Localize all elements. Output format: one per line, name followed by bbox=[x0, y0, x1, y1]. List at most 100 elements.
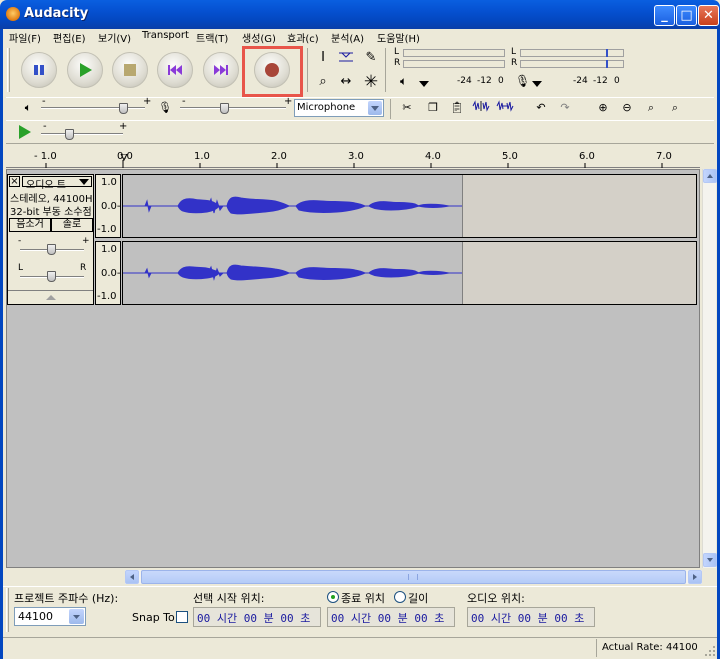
scroll-thumb[interactable] bbox=[141, 570, 686, 584]
menu-tracks[interactable]: 트랙(T) bbox=[196, 30, 228, 45]
fit-selection-icon[interactable]: ⌕ bbox=[642, 99, 660, 117]
maximize-button[interactable]: □ bbox=[676, 5, 697, 26]
close-button[interactable]: ✕ bbox=[698, 5, 719, 26]
skip-to-start-button[interactable] bbox=[157, 52, 193, 88]
copy-icon[interactable]: ❐ bbox=[424, 99, 442, 117]
menu-edit[interactable]: 편집(E) bbox=[53, 30, 86, 45]
toolbar-grip[interactable] bbox=[6, 588, 9, 632]
input-volume-slider[interactable] bbox=[220, 103, 229, 114]
snap-to-checkbox[interactable] bbox=[176, 611, 188, 623]
vertical-scrollbar[interactable] bbox=[702, 169, 717, 568]
menu-view[interactable]: 보기(V) bbox=[98, 30, 131, 45]
record-button[interactable] bbox=[254, 52, 290, 88]
redo-icon[interactable]: ↷ bbox=[556, 99, 574, 117]
track-control-panel[interactable]: × 오디오 트 스테레오, 44100H 32-bit 부동 소수점 음소거 솔… bbox=[7, 174, 94, 305]
vertical-scale-right[interactable]: 1.0 0.0- -1.0 bbox=[95, 241, 121, 305]
meter-tick: 0 bbox=[498, 76, 504, 86]
playback-meter-l-bar bbox=[403, 49, 505, 57]
skip-to-end-button[interactable] bbox=[203, 52, 239, 88]
record-meter-dropdown[interactable] bbox=[532, 78, 542, 91]
track-name-menu[interactable]: 오디오 트 bbox=[22, 176, 92, 191]
waveform-channel-left[interactable] bbox=[122, 174, 697, 238]
scroll-left-button[interactable] bbox=[125, 570, 139, 584]
input-source-select[interactable]: Microphone bbox=[294, 99, 384, 117]
meter-tick: -12 bbox=[477, 76, 492, 86]
time-shift-tool-icon[interactable]: ↔ bbox=[336, 72, 356, 92]
meter-r-label: R bbox=[394, 58, 401, 68]
waveform-left bbox=[123, 196, 462, 215]
project-rate-select[interactable]: 44100 bbox=[14, 607, 86, 626]
pan-left-label: L bbox=[18, 263, 24, 273]
draw-tool-icon[interactable]: ✎ bbox=[361, 48, 381, 68]
audio-position-field[interactable]: 00 시간 00 분 00 초 bbox=[467, 607, 595, 627]
multi-tool-icon[interactable]: ✳ bbox=[361, 72, 381, 92]
track-close-button[interactable]: × bbox=[9, 176, 20, 187]
toolbar-grip[interactable] bbox=[7, 48, 10, 92]
cut-icon[interactable]: ✂ bbox=[398, 99, 416, 117]
menu-help[interactable]: 도움말(H) bbox=[377, 30, 420, 45]
zoom-in-icon[interactable]: ⊕ bbox=[594, 99, 612, 117]
scroll-down-button[interactable] bbox=[703, 553, 717, 567]
gain-slider[interactable] bbox=[47, 244, 56, 255]
playback-meter-dropdown[interactable] bbox=[419, 78, 429, 91]
minimize-button[interactable]: _ bbox=[654, 5, 675, 26]
menu-effect[interactable]: 효과(c) bbox=[287, 30, 319, 45]
audio-position-value: 00 시간 00 분 00 초 bbox=[471, 612, 585, 625]
slider-min-label: - bbox=[182, 96, 186, 107]
paste-icon[interactable]: 📋︎ bbox=[448, 99, 466, 117]
selection-start-label: 선택 시작 위치: bbox=[193, 592, 265, 605]
meter-tick: -12 bbox=[593, 76, 608, 86]
play-speed-slider[interactable] bbox=[65, 129, 74, 140]
solo-button[interactable]: 솔로 bbox=[51, 218, 93, 232]
toolbar-separator bbox=[385, 48, 386, 92]
stop-button[interactable] bbox=[112, 52, 148, 88]
chevron-down-icon bbox=[69, 609, 84, 624]
envelope-tool-icon[interactable] bbox=[336, 48, 356, 68]
pan-slider[interactable] bbox=[47, 271, 56, 282]
empty-track-area[interactable] bbox=[7, 307, 699, 567]
menu-generate[interactable]: 생성(G) bbox=[242, 30, 276, 45]
resize-grip-icon[interactable] bbox=[704, 645, 716, 657]
play-button[interactable] bbox=[67, 52, 103, 88]
end-radio[interactable] bbox=[327, 591, 339, 603]
scroll-up-button[interactable] bbox=[703, 169, 717, 183]
audio-position-label: 오디오 위치: bbox=[467, 592, 525, 605]
zoom-tool-icon[interactable]: ⌕ bbox=[313, 72, 333, 92]
toolbar-divider bbox=[6, 143, 714, 144]
vertical-scale-left[interactable]: 1.0 0.0- -1.0 bbox=[95, 174, 121, 238]
scale-bottom: -1.0 bbox=[97, 291, 117, 302]
selection-start-field[interactable]: 00 시간 00 분 00 초 bbox=[193, 607, 321, 627]
menu-transport[interactable]: Transport bbox=[142, 30, 189, 41]
speaker-icon: 🔈︎ bbox=[400, 74, 408, 88]
trim-icon[interactable] bbox=[472, 99, 490, 117]
selection-end-value: 00 시간 00 분 00 초 bbox=[331, 612, 445, 625]
timeline-ruler[interactable]: - 1.0 0.0 1.0 2.0 3.0 4.0 5.0 6.0 7.0 bbox=[6, 146, 700, 168]
collapse-track-icon[interactable] bbox=[45, 294, 57, 301]
skip-start-icon bbox=[168, 65, 182, 75]
horizontal-scrollbar[interactable] bbox=[125, 570, 702, 584]
play-at-speed-button[interactable] bbox=[17, 124, 33, 143]
fit-project-icon[interactable]: ⌕ bbox=[666, 99, 684, 117]
scroll-right-button[interactable] bbox=[688, 570, 702, 584]
audacity-app-icon bbox=[6, 7, 20, 21]
record-icon bbox=[265, 63, 279, 77]
menu-bar: 파일(F) 편집(E) 보기(V) Transport 트랙(T) 생성(G) … bbox=[0, 29, 720, 46]
length-radio[interactable] bbox=[394, 591, 406, 603]
menu-file[interactable]: 파일(F) bbox=[9, 30, 41, 45]
playback-meter[interactable]: L R bbox=[391, 47, 507, 72]
selection-end-field[interactable]: 00 시간 00 분 00 초 bbox=[327, 607, 455, 627]
mute-button[interactable]: 음소거 bbox=[9, 218, 51, 232]
title-bar bbox=[0, 0, 720, 29]
menu-analyze[interactable]: 분석(A) bbox=[331, 30, 364, 45]
pause-button[interactable] bbox=[21, 52, 57, 88]
waveform-right bbox=[123, 264, 462, 281]
silence-icon[interactable] bbox=[496, 99, 514, 117]
waveform-channel-right[interactable] bbox=[122, 241, 697, 305]
meter-tick: 0 bbox=[614, 76, 620, 86]
zoom-out-icon[interactable]: ⊖ bbox=[618, 99, 636, 117]
record-meter[interactable]: L R bbox=[508, 47, 626, 72]
microphone-icon: 🎙︎ bbox=[515, 74, 531, 88]
undo-icon[interactable]: ↶ bbox=[532, 99, 550, 117]
selection-tool-icon[interactable]: I bbox=[313, 48, 333, 68]
output-volume-slider[interactable] bbox=[119, 103, 128, 114]
